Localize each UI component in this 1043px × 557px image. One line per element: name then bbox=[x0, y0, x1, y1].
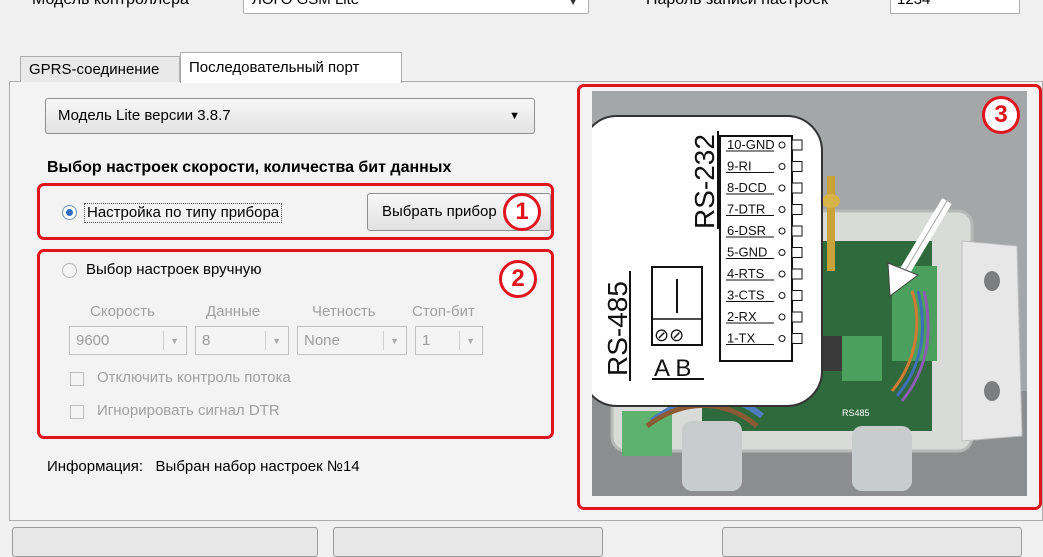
controller-model-label: Модель контроллера bbox=[32, 0, 189, 9]
highlight-box-3 bbox=[577, 84, 1042, 510]
settings-password-value: 1234 bbox=[897, 0, 930, 8]
settings-password-field[interactable]: 1234 bbox=[890, 0, 1020, 14]
highlight-box-2 bbox=[37, 249, 554, 439]
device-model-value: Модель Lite версии 3.8.7 bbox=[58, 107, 231, 124]
section-title: Выбор настроек скорости, количества бит … bbox=[47, 159, 452, 176]
tab-serial-port[interactable]: Последовательный порт bbox=[180, 52, 402, 83]
controller-model-value: ЛОГО GSM Lite bbox=[252, 0, 359, 8]
highlight-box-1 bbox=[37, 183, 554, 240]
badge-3: 3 bbox=[982, 96, 1020, 134]
bottom-button-2[interactable] bbox=[333, 527, 603, 557]
badge-2: 2 bbox=[499, 260, 537, 298]
bottom-button-3[interactable] bbox=[722, 527, 1022, 557]
chevron-down-icon: ▼ bbox=[509, 110, 520, 122]
tab-gprs[interactable]: GPRS-соединение bbox=[20, 56, 180, 82]
info-label: Информация: bbox=[47, 458, 144, 475]
device-model-select[interactable]: Модель Lite версии 3.8.7 ▼ bbox=[45, 98, 535, 134]
info-value: Выбран набор настроек №14 bbox=[155, 458, 360, 475]
bottom-button-1[interactable] bbox=[12, 527, 318, 557]
badge-1: 1 bbox=[503, 193, 541, 231]
controller-model-select[interactable]: ЛОГО GSM Lite ▼ bbox=[243, 0, 589, 14]
chevron-down-icon: ▼ bbox=[568, 0, 578, 8]
settings-password-label: Пароль записи настроек bbox=[646, 0, 828, 9]
info-line: Информация: Выбран набор настроек №14 bbox=[47, 458, 360, 475]
